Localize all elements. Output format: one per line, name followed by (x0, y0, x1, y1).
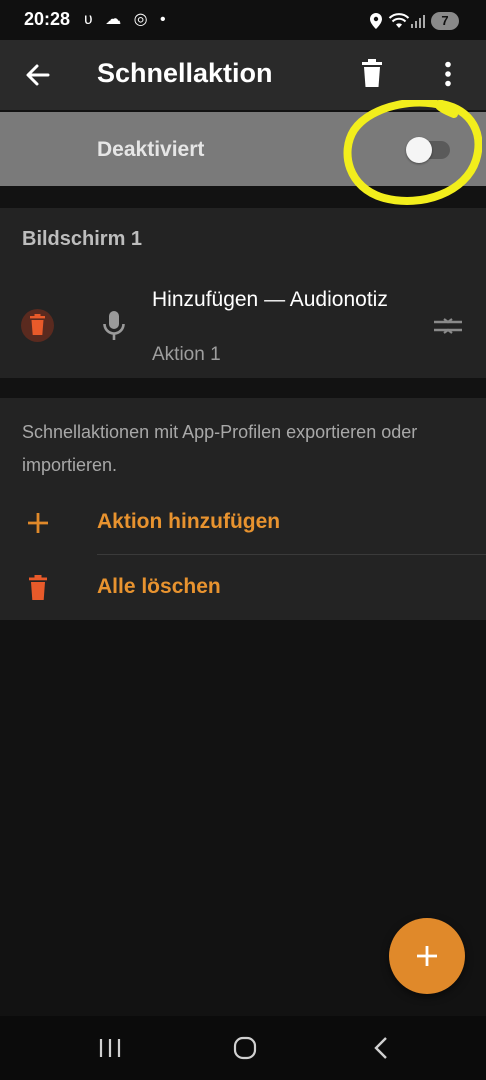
plus-icon (28, 513, 48, 533)
export-description: Schnellaktionen mit App-Profilen exporti… (22, 422, 418, 475)
action-title[interactable]: Hinzufügen — Audionotiz (152, 286, 392, 313)
trash-icon[interactable] (360, 59, 384, 89)
activation-switch-thumb[interactable] (406, 137, 432, 163)
notification-icons: ʋ ☁ ◎ • (84, 11, 170, 28)
plus-icon (417, 946, 437, 966)
activation-label: Deaktiviert (97, 138, 205, 161)
section-title: Bildschirm 1 (22, 228, 143, 250)
more-vert-icon[interactable] (438, 61, 458, 87)
add-action-button[interactable]: Aktion hinzufügen (97, 510, 280, 534)
trash-icon (30, 314, 45, 335)
divider (97, 554, 486, 555)
wifi-icon (388, 13, 410, 28)
back-nav-icon[interactable] (372, 1036, 390, 1060)
delete-all-button[interactable]: Alle löschen (97, 575, 221, 599)
action-subtitle: Aktion 1 (152, 344, 221, 365)
drag-handle-icon[interactable] (433, 316, 463, 336)
battery-indicator: 7 (431, 12, 459, 30)
signal-icon (411, 15, 425, 28)
page-title: Schnellaktion (97, 58, 273, 88)
location-icon (370, 13, 382, 29)
microphone-icon (103, 311, 125, 340)
trash-icon (29, 575, 47, 600)
home-icon[interactable] (233, 1036, 257, 1060)
recent-apps-icon[interactable] (98, 1037, 122, 1059)
arrow-left-icon[interactable] (24, 61, 52, 89)
status-time: 20:28 (24, 9, 71, 29)
